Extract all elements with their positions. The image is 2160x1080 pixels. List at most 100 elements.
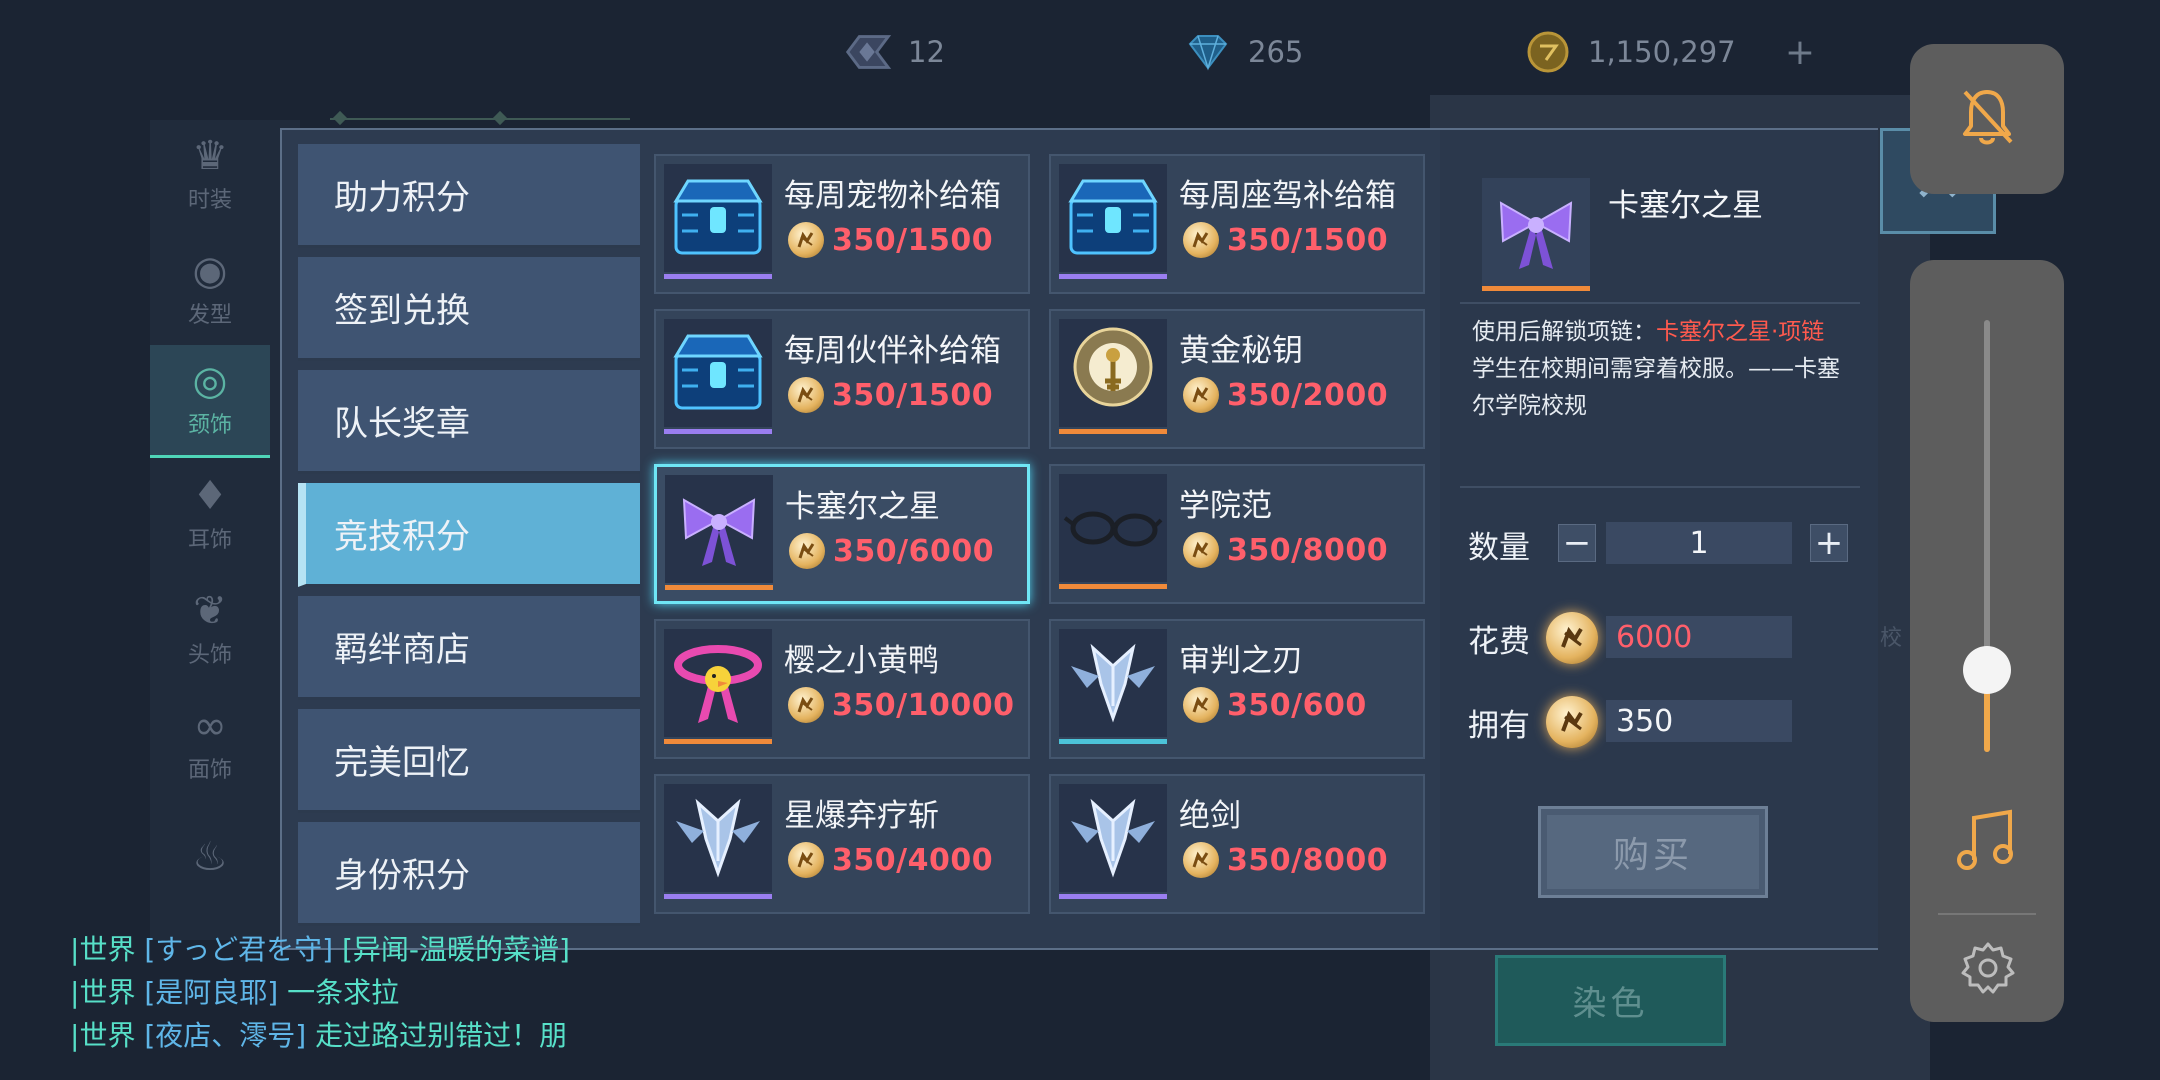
shop-item-card[interactable]: 绝剑 350/8000 xyxy=(1049,774,1425,914)
dye-button[interactable]: 染色 xyxy=(1495,955,1726,1046)
world-chat-feed[interactable]: |世界 [すっど君を守] [异闻-温暖的菜谱] |世界 [是阿良耶] 一条求拉 |世… xyxy=(70,928,570,1057)
shop-item-card[interactable]: 每周伙伴补给箱 350/1500 xyxy=(654,309,1030,449)
arena-point-coin-icon xyxy=(1183,532,1219,568)
quantity-label: 数量 xyxy=(1468,530,1530,566)
rail-effects-icon: ♨ xyxy=(192,834,228,880)
music-note-icon[interactable] xyxy=(1956,808,2018,874)
rarity-bar xyxy=(664,429,772,434)
item-name: 卡塞尔之星 xyxy=(785,489,940,525)
shop-tab[interactable]: 队长奖章 xyxy=(298,370,640,474)
shop-item-card[interactable]: 学院范 350/8000 xyxy=(1049,464,1425,604)
item-thumbnail xyxy=(664,784,772,892)
rail-facewear[interactable]: ∞ 面饰 xyxy=(150,690,270,800)
shop-tab[interactable]: 身份积分 xyxy=(298,822,640,926)
arena-point-coin-icon xyxy=(1546,696,1598,748)
item-name: 星爆弃疗斩 xyxy=(784,798,939,834)
rail-label: 时装 xyxy=(187,188,232,213)
item-price: 350/8000 xyxy=(1183,842,1388,878)
volume-slider-knob[interactable] xyxy=(1963,646,2011,694)
chat-line[interactable]: |世界 [夜店、澪号] 走过路过别错过！朋 xyxy=(70,1014,570,1057)
cost-value: 6000 xyxy=(1606,616,1792,658)
arena-point-coin-icon xyxy=(1546,612,1598,664)
glasses-icon xyxy=(1063,496,1163,560)
shop-item-card[interactable]: 卡塞尔之星 350/6000 xyxy=(654,464,1030,604)
price-text: 350/1500 xyxy=(832,222,994,258)
item-price: 350/6000 xyxy=(789,533,994,569)
shop-item-card[interactable]: 黄金秘钥 350/2000 xyxy=(1049,309,1425,449)
shop-item-card[interactable]: 每周座驾补给箱 350/1500 xyxy=(1049,154,1425,294)
item-name: 黄金秘钥 xyxy=(1179,333,1303,369)
blue-chest-icon xyxy=(668,326,768,420)
crystal-icon xyxy=(840,32,896,72)
crystal-amount: 12 xyxy=(908,35,945,69)
item-thumbnail xyxy=(1059,164,1167,272)
quantity-input[interactable]: 1 xyxy=(1606,522,1792,564)
rail-label: 面饰 xyxy=(187,758,232,783)
rail-earring[interactable]: ♦ 耳饰 xyxy=(150,460,270,570)
add-currency-button[interactable]: + xyxy=(1778,30,1822,74)
volume-panel xyxy=(1910,260,2064,1022)
blade-emblem-icon xyxy=(1063,636,1163,730)
price-text: 350/8000 xyxy=(1227,842,1389,878)
mute-toggle[interactable] xyxy=(1910,44,2064,194)
item-price: 350/1500 xyxy=(788,377,993,413)
price-text: 350/10000 xyxy=(832,687,1015,723)
item-name: 绝剑 xyxy=(1179,798,1241,834)
item-price: 350/600 xyxy=(1183,687,1367,723)
chat-line[interactable]: |世界 [すっど君を守] [异闻-温暖的菜谱] xyxy=(70,928,570,971)
rail-hairstyle[interactable]: ◉ 发型 xyxy=(150,235,270,345)
diamond-currency: 265 xyxy=(1180,30,1303,74)
shop-tab[interactable]: 羁绊商店 xyxy=(298,596,640,700)
rail-earring-icon: ♦ xyxy=(192,473,228,519)
detail-description: 使用后解锁项链：卡塞尔之星·项链 学生在校期间需穿着校服。——卡塞尔学院校规 xyxy=(1472,314,1852,425)
rail-headwear[interactable]: ❦ 头饰 xyxy=(150,575,270,685)
item-thumbnail xyxy=(665,475,773,583)
rail-headwear-icon: ❦ xyxy=(193,588,227,634)
rail-facewear-icon: ∞ xyxy=(193,703,227,749)
rail-label: 耳饰 xyxy=(187,528,232,553)
quantity-minus-button[interactable]: − xyxy=(1558,524,1596,562)
detail-divider xyxy=(1460,302,1860,304)
arena-point-coin-icon xyxy=(788,377,824,413)
chat-sender[interactable]: [是阿良耶] xyxy=(144,976,278,1009)
shop-tabs: 助力积分 签到兑换 队长奖章 竞技积分 羁绊商店 完美回忆 身份积分 xyxy=(298,144,640,935)
quantity-plus-button[interactable]: + xyxy=(1810,524,1848,562)
detail-item-thumbnail xyxy=(1482,178,1590,286)
shop-item-card[interactable]: 每周宠物补给箱 350/1500 xyxy=(654,154,1030,294)
shop-item-card[interactable]: 樱之小黄鸭 350/10000 xyxy=(654,619,1030,759)
chat-line[interactable]: |世界 [是阿良耶] 一条求拉 xyxy=(70,971,570,1014)
shop-tab[interactable]: 助力积分 xyxy=(298,144,640,248)
shop-item-card[interactable]: 星爆弃疗斩 350/4000 xyxy=(654,774,1030,914)
blue-chest-icon xyxy=(1063,171,1163,265)
chat-sender[interactable]: [夜店、澪号] xyxy=(144,1019,306,1052)
diamond-amount: 265 xyxy=(1248,35,1304,69)
item-name: 樱之小黄鸭 xyxy=(784,643,939,679)
background-side-text: 校 xyxy=(1880,626,1903,651)
purple-bow-icon xyxy=(674,482,764,576)
blue-chest-icon xyxy=(668,171,768,265)
rail-label: 头饰 xyxy=(187,643,232,668)
detail-rarity-bar xyxy=(1482,286,1590,291)
item-name: 每周伙伴补给箱 xyxy=(784,333,1001,369)
rail-effects[interactable]: ♨ xyxy=(150,805,270,915)
shop-tab[interactable]: 竞技积分 xyxy=(298,483,640,587)
price-text: 350/1500 xyxy=(1227,222,1389,258)
item-detail-panel: 卡塞尔之星 使用后解锁项链：卡塞尔之星·项链 学生在校期间需穿着校服。——卡塞尔… xyxy=(1440,130,1878,948)
item-thumbnail xyxy=(664,164,772,272)
rarity-bar xyxy=(665,585,773,590)
settings-gear-icon[interactable] xyxy=(1960,940,2016,996)
desc-highlight: 卡塞尔之星·项链 xyxy=(1656,319,1825,345)
owned-value: 350 xyxy=(1606,700,1792,742)
rail-label: 发型 xyxy=(187,303,232,328)
exchange-shop-dialog: 助力积分 签到兑换 队长奖章 竞技积分 羁绊商店 完美回忆 身份积分 每周宠物补给箱 350/… xyxy=(280,128,1878,950)
rarity-bar xyxy=(664,274,772,279)
shop-tab[interactable]: 签到兑换 xyxy=(298,257,640,361)
buy-button[interactable]: 购买 xyxy=(1538,806,1768,898)
rail-fashion[interactable]: ♛ 时装 xyxy=(150,120,270,230)
chat-sender[interactable]: [すっど君を守] xyxy=(144,933,333,966)
rail-necklace-icon: ◎ xyxy=(192,358,228,404)
shop-item-card[interactable]: 审判之刃 350/600 xyxy=(1049,619,1425,759)
rarity-bar xyxy=(1059,739,1167,744)
rail-necklace[interactable]: ◎ 颈饰 xyxy=(150,345,270,458)
shop-tab[interactable]: 完美回忆 xyxy=(298,709,640,813)
